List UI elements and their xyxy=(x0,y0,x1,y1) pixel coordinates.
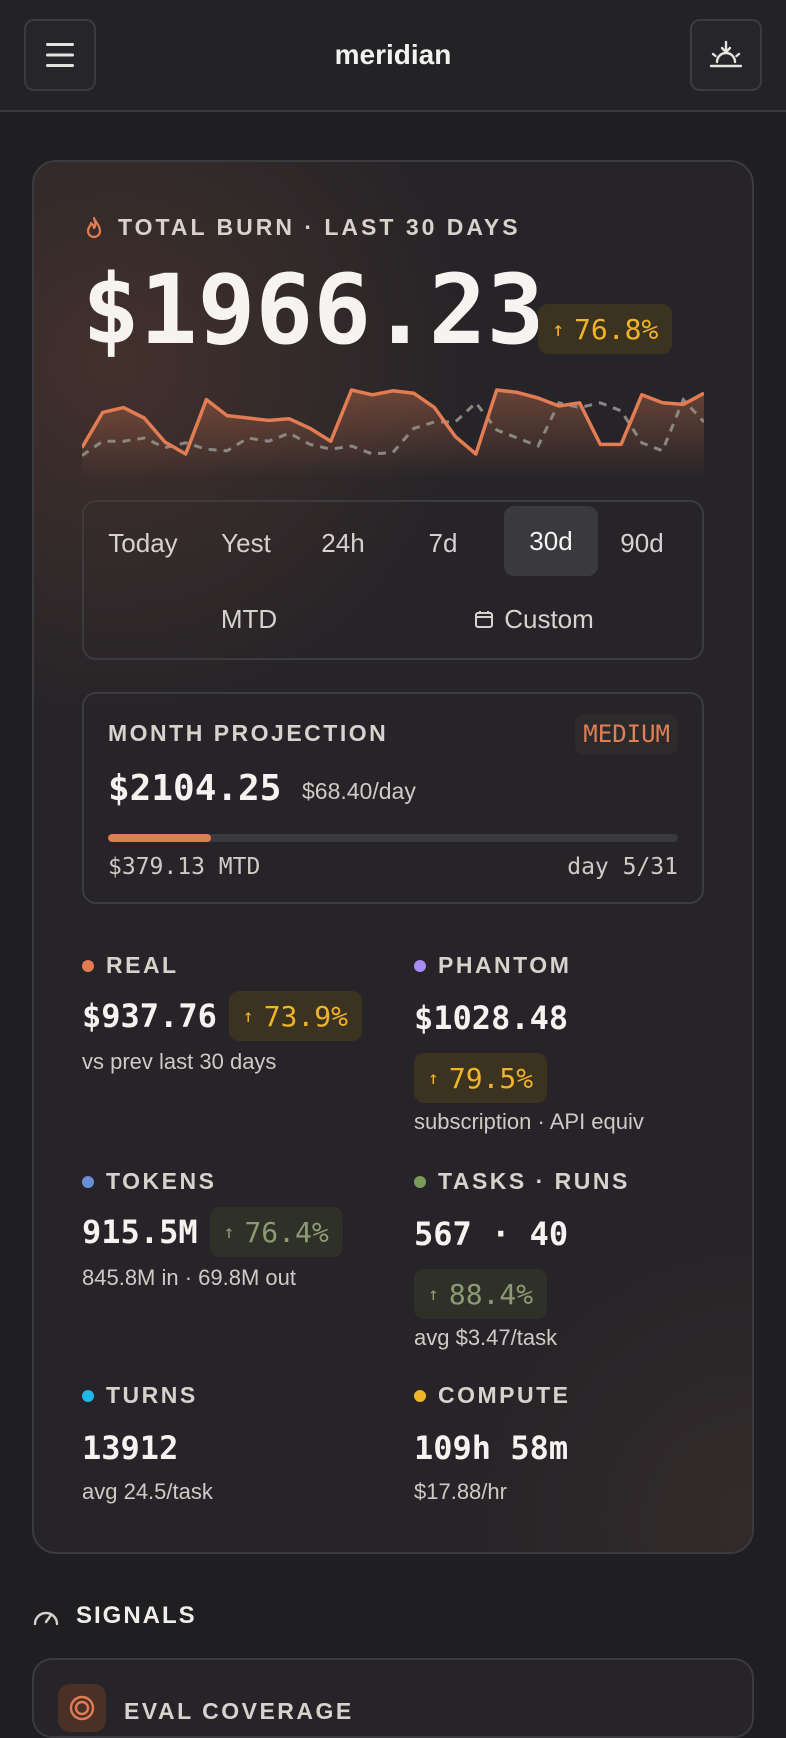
stat-tokens-sub: 845.8M in · 69.8M out xyxy=(82,1265,297,1290)
sunset-button[interactable] xyxy=(689,19,762,91)
stat-tokens-change-badge: ↑ 76.4% xyxy=(209,1207,343,1257)
stat-phantom-change: 79.5% xyxy=(448,1061,534,1095)
burn-label-text: TOTAL BURN · LAST 30 DAYS xyxy=(118,214,521,240)
stat-compute-value: 109h 58m xyxy=(414,1429,569,1467)
hamburger-icon xyxy=(46,43,74,67)
stat-real-change: 73.9% xyxy=(263,999,348,1033)
total-burn-change-badge: ↑ 76.8% xyxy=(538,304,673,354)
signals-title: SIGNALS xyxy=(76,1602,197,1629)
stat-phantom-value: $1028.48 xyxy=(414,999,569,1037)
signals-section-header: SIGNALS xyxy=(32,1602,197,1630)
stat-tasks-sub: avg $3.47/task xyxy=(414,1325,558,1350)
arrow-up-icon: ↑ xyxy=(223,1221,235,1243)
calendar-icon xyxy=(475,611,494,628)
month-projection-panel: MONTH PROJECTION MEDIUM $2104.25 $68.40/… xyxy=(82,692,704,904)
stat-real-value: $937.76 xyxy=(82,997,217,1035)
projection-day: day 5/31 xyxy=(567,854,678,880)
stat-real-sub: vs prev last 30 days xyxy=(82,1049,277,1074)
stat-real-label: REAL xyxy=(106,952,179,978)
app-header: meridian xyxy=(0,0,786,112)
menu-button[interactable] xyxy=(24,19,96,91)
phantom-dot-icon xyxy=(414,959,426,972)
arrow-up-icon: ↑ xyxy=(428,1067,439,1089)
stat-turns-label: TURNS xyxy=(106,1382,198,1408)
stat-tasks-change: 88.4% xyxy=(448,1277,534,1311)
target-icon xyxy=(58,1684,106,1732)
burn-summary-card: TOTAL BURN · LAST 30 DAYS $1966.23 ↑ 76.… xyxy=(32,160,754,1554)
stat-tokens: TOKENS 915.5M ↑ 76.4% 845.8M in · 69.8M o… xyxy=(82,1168,343,1291)
stat-tokens-value: 915.5M xyxy=(82,1213,198,1251)
tasks-dot-icon xyxy=(414,1175,426,1188)
gauge-icon xyxy=(33,1611,59,1626)
range-7d-button[interactable]: 7d xyxy=(396,508,490,578)
range-today-button[interactable]: Today xyxy=(98,508,188,578)
stat-real: REAL $937.76 ↑ 73.9% vs prev last 30 days xyxy=(82,952,362,1075)
stat-turns: TURNS 13912 avg 24.5/task xyxy=(82,1382,213,1505)
stat-tasks: TASKS · RUNS 567 · 40 ↑ 88.4% avg $3.47/t… xyxy=(414,1168,630,1351)
sunset-icon xyxy=(709,40,743,68)
range-custom-label: Custom xyxy=(504,603,594,634)
stat-phantom-label: PHANTOM xyxy=(438,952,572,978)
projection-progress-bar xyxy=(108,834,678,842)
app-title: meridian xyxy=(334,39,452,70)
range-custom-button[interactable]: Custom xyxy=(444,584,624,654)
stat-phantom-change-badge: ↑ 79.5% xyxy=(414,1053,548,1103)
stat-tasks-change-badge: ↑ 88.4% xyxy=(414,1269,548,1319)
projection-progress-fill xyxy=(108,834,211,842)
range-90d-button[interactable]: 90d xyxy=(592,508,692,578)
stat-turns-sub: avg 24.5/task xyxy=(82,1479,213,1504)
stat-tokens-change: 76.4% xyxy=(244,1215,329,1249)
stat-phantom: PHANTOM $1028.48 ↑ 79.5% subscription · A… xyxy=(414,952,644,1135)
range-yest-button[interactable]: Yest xyxy=(204,508,288,578)
total-burn-change-value: 76.8% xyxy=(574,312,659,346)
stat-tokens-label: TOKENS xyxy=(106,1168,217,1194)
stat-compute-sub: $17.88/hr xyxy=(414,1479,507,1504)
burn-sparkline xyxy=(82,388,704,478)
eval-coverage-title: EVAL COVERAGE xyxy=(124,1698,354,1724)
stat-compute: COMPUTE 109h 58m $17.88/hr xyxy=(414,1382,571,1505)
arrow-up-icon: ↑ xyxy=(242,1005,254,1027)
range-24h-button[interactable]: 24h xyxy=(296,508,390,578)
time-range-selector: Today Yest 24h 7d 30d 90d MTD Custom xyxy=(82,500,704,660)
projection-mtd: $379.13 MTD xyxy=(108,854,261,880)
stat-tasks-value: 567 · 40 xyxy=(414,1215,569,1253)
projection-title: MONTH PROJECTION xyxy=(108,720,389,746)
real-dot-icon xyxy=(82,959,94,972)
stat-phantom-sub: subscription · API equiv xyxy=(414,1109,644,1134)
stat-tasks-label: TASKS · RUNS xyxy=(438,1168,630,1194)
stat-turns-value: 13912 xyxy=(82,1429,179,1467)
projection-amount: $2104.25 xyxy=(108,768,282,809)
arrow-up-icon: ↑ xyxy=(552,317,565,341)
range-mtd-button[interactable]: MTD xyxy=(184,584,314,654)
range-30d-button[interactable]: 30d xyxy=(504,506,598,576)
stat-real-change-badge: ↑ 73.9% xyxy=(228,991,362,1041)
sparkline-area xyxy=(82,390,704,478)
turns-dot-icon xyxy=(82,1389,94,1402)
arrow-up-icon: ↑ xyxy=(428,1283,439,1305)
eval-coverage-card[interactable]: EVAL COVERAGE xyxy=(32,1658,754,1738)
compute-dot-icon xyxy=(414,1389,426,1402)
projection-level-badge: MEDIUM xyxy=(575,714,678,754)
burn-label: TOTAL BURN · LAST 30 DAYS xyxy=(84,214,521,241)
tokens-dot-icon xyxy=(82,1175,94,1188)
stat-compute-label: COMPUTE xyxy=(438,1382,571,1408)
total-burn-amount: $1966.23 xyxy=(82,254,545,366)
projection-daily-rate: $68.40/day xyxy=(302,778,416,804)
flame-icon xyxy=(86,216,102,238)
